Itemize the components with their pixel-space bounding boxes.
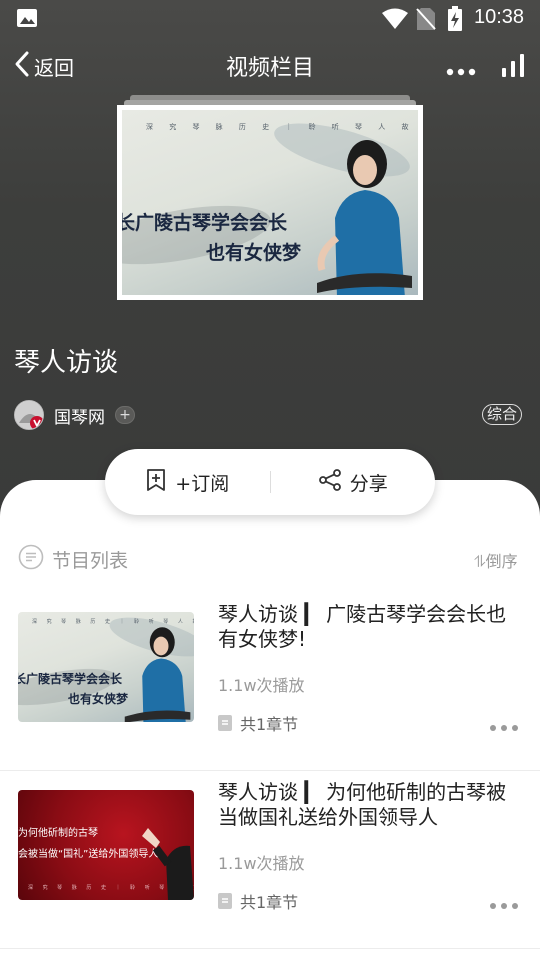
thumbnail-tagline: 深 究 琴 脉 历 史 ｜ 聆 听 琴 人 故 事 — [32, 619, 194, 625]
document-icon — [218, 893, 232, 909]
episode-title: 琴人访谈 ▎ 为何他斫制的古琴被当做国礼送给外国领导人 — [218, 780, 507, 829]
avatar[interactable] — [14, 400, 44, 430]
share-button[interactable]: 分享 — [271, 449, 436, 515]
stats-chart-button[interactable] — [500, 52, 526, 82]
cover-subheadline: 也有女侠梦 — [206, 242, 302, 264]
chevron-left-icon — [12, 50, 32, 82]
episode-chapters: 共1章节 — [218, 889, 298, 913]
episode-more-button[interactable] — [489, 896, 519, 915]
author-row: 国琴网 + — [14, 400, 135, 430]
document-icon — [218, 715, 232, 731]
cover-headline: 长广陵古琴学会会长 — [122, 212, 288, 234]
episode-more-button[interactable] — [489, 718, 519, 737]
list-header-label: 节目列表 — [52, 549, 129, 572]
thumbnail-line1: 为何他斫制的古琴 — [18, 828, 98, 839]
category-tag[interactable]: 综合 — [482, 404, 523, 425]
episode-title: 琴人访谈 ▎ 广陵古琴学会会长也有女侠梦! — [218, 602, 507, 651]
episode-thumbnail-image: 深 究 琴 脉 历 史 ｜ 聆 听 琴 人 故 事 长广陵古琴学会会长 也有女侠… — [18, 612, 194, 722]
nav-bar: 返回 视频栏目 — [0, 44, 540, 88]
author-name[interactable]: 国琴网 — [54, 403, 105, 428]
episode-play-count: 1.1w次播放 — [218, 676, 305, 695]
follow-button[interactable]: + — [115, 406, 135, 424]
subscribe-label: +订阅 — [175, 472, 230, 495]
share-icon — [318, 468, 350, 497]
episode-chapters: 共1章节 — [218, 711, 298, 735]
no-sim-icon — [416, 7, 436, 35]
list-divider — [0, 770, 540, 771]
status-bar: 10:38 — [0, 0, 540, 36]
image-notification-icon — [16, 8, 38, 32]
program-list-header: 节目列表 — [18, 544, 128, 574]
back-button[interactable]: 返回 — [12, 50, 74, 82]
subscribe-button[interactable]: +订阅 — [105, 449, 270, 515]
cover-image: 深 究 琴 脉 历 史 ｜ 聆 听 琴 人 故 事 长广陵古琴学会会长 也有女侠… — [122, 110, 418, 295]
thumbnail-headline: 长广陵古琴学会会长 — [18, 672, 123, 686]
back-label: 返回 — [34, 55, 74, 80]
share-label: 分享 — [349, 472, 388, 495]
episode-thumbnail-image: 为何他斫制的古琴 会被当做“国礼”送给外国领导人? 深 究 琴 脉 历 史 ｜ … — [18, 790, 194, 900]
bookmark-add-icon — [145, 468, 175, 497]
series-cover: 深 究 琴 脉 历 史 ｜ 聆 听 琴 人 故 事 长广陵古琴学会会长 也有女侠… — [117, 105, 423, 300]
episode-thumbnail: 深 究 琴 脉 历 史 ｜ 聆 听 琴 人 故 事 长广陵古琴学会会长 也有女侠… — [18, 612, 194, 722]
series-title: 琴人访谈 — [14, 348, 119, 378]
musician-figure — [317, 140, 412, 295]
action-bar: +订阅 分享 — [105, 449, 435, 515]
wifi-icon — [381, 8, 409, 34]
episode-chapters-label: 共1章节 — [240, 715, 299, 734]
more-options-button[interactable] — [446, 62, 476, 81]
episode-play-count: 1.1w次播放 — [218, 854, 305, 873]
episode-thumbnail: 为何他斫制的古琴 会被当做“国礼”送给外国领导人? 深 究 琴 脉 历 史 ｜ … — [18, 790, 194, 900]
episode-chapters-label: 共1章节 — [240, 893, 299, 912]
sort-order-button[interactable]: ⥮倒序 — [474, 548, 518, 572]
list-divider — [0, 948, 540, 949]
cover-tagline: 深 究 琴 脉 历 史 ｜ 聆 听 琴 人 故 事 — [146, 123, 418, 131]
episode-item[interactable]: 深 究 琴 脉 历 史 ｜ 聆 听 琴 人 故 事 长广陵古琴学会会长 也有女侠… — [0, 600, 540, 770]
list-icon — [18, 544, 44, 574]
thumbnail-figure — [142, 828, 194, 900]
thumbnail-figure — [124, 627, 191, 722]
battery-charging-icon — [447, 6, 463, 36]
status-time: 10:38 — [474, 6, 525, 28]
episode-item[interactable]: 为何他斫制的古琴 会被当做“国礼”送给外国领导人? 深 究 琴 脉 历 史 ｜ … — [0, 778, 540, 948]
